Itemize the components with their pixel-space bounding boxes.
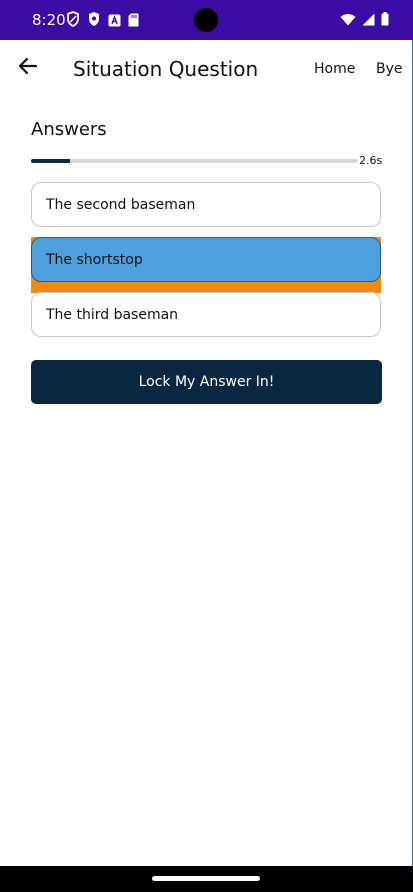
gesture-handle[interactable] [152, 876, 260, 881]
nav-home-link[interactable]: Home [314, 60, 355, 78]
answers-heading: Answers [31, 119, 107, 140]
timer-progress-fill [31, 159, 71, 163]
page-title: Situation Question [73, 57, 259, 81]
status-bar: 8:20 [0, 0, 413, 40]
shield-icon [87, 11, 101, 31]
status-left-icons [66, 11, 139, 31]
timer-label: 2.6s [359, 154, 383, 167]
battery-icon [381, 11, 389, 30]
vpn-shield-icon [66, 11, 80, 31]
sd-card-icon [128, 12, 139, 31]
answer-label: The third baseman [46, 307, 179, 323]
arrow-left-icon [18, 57, 38, 79]
answer-label: The second baseman [46, 197, 196, 213]
status-right-icons [340, 11, 389, 30]
nav-bye-link[interactable]: Bye [376, 60, 403, 78]
camera-cutout [194, 8, 218, 32]
lock-answer-button[interactable]: Lock My Answer In! [31, 360, 382, 404]
navigation-bar [0, 866, 413, 892]
back-button[interactable] [14, 54, 42, 82]
a-box-icon [108, 12, 121, 31]
answer-option[interactable]: The third baseman [31, 292, 381, 337]
phone-screen: 8:20 Situation Question Home Bye Answers… [0, 0, 413, 892]
answer-option[interactable]: The second baseman [31, 182, 381, 227]
app-bar: Situation Question Home Bye [0, 40, 413, 98]
wifi-icon [340, 11, 356, 30]
status-time: 8:20 [32, 11, 66, 29]
answers-list: The second baseman The shortstop The thi… [31, 182, 381, 347]
answer-label: The shortstop [46, 252, 143, 268]
answer-option[interactable]: The shortstop [31, 237, 381, 282]
timer-progress-bar [31, 159, 358, 163]
signal-icon [362, 11, 375, 30]
